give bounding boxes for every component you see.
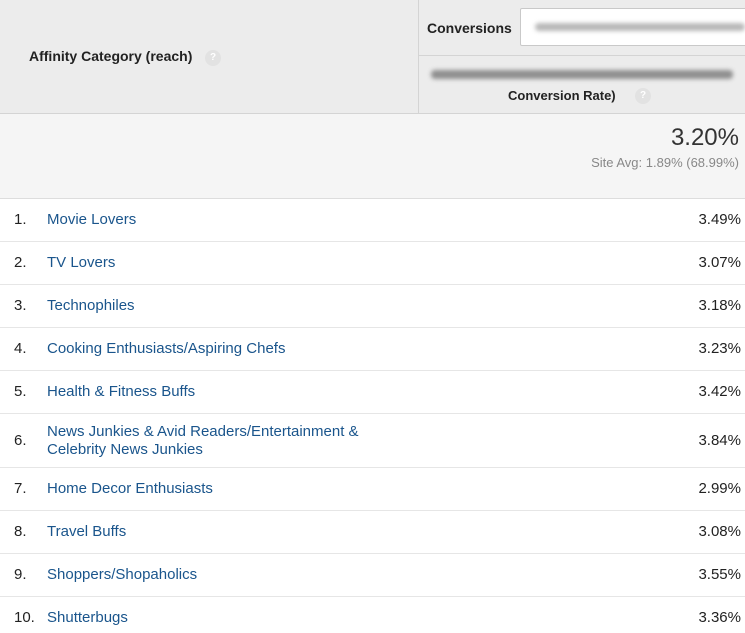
table-row: 7. Home Decor Enthusiasts 2.99% — [0, 468, 745, 511]
help-icon[interactable]: ? — [635, 88, 651, 104]
row-number: 9. — [14, 566, 27, 583]
category-link[interactable]: Technophiles — [47, 297, 407, 315]
conversion-rate-value: 3.36% — [698, 609, 741, 626]
redacted-metric-name — [431, 70, 733, 79]
table-row: 9. Shoppers/Shopaholics 3.55% — [0, 554, 745, 597]
row-number: 10. — [14, 609, 35, 626]
total-conversion-rate: 3.20% — [670, 124, 739, 151]
conversion-rate-value: 3.55% — [698, 566, 741, 583]
table-row: 8. Travel Buffs 3.08% — [0, 511, 745, 554]
dimension-header: Affinity Category (reach) ? — [0, 0, 418, 114]
conversion-rate-value: 3.18% — [698, 297, 741, 314]
table-row: 2. TV Lovers 3.07% — [0, 242, 745, 285]
redacted-goal-name — [535, 23, 745, 31]
site-average: Site Avg: 1.89% (68.99%) — [591, 155, 739, 170]
table-row: 5. Health & Fitness Buffs 3.42% — [0, 371, 745, 414]
category-link[interactable]: Shoppers/Shopaholics — [47, 566, 407, 584]
category-link[interactable]: Health & Fitness Buffs — [47, 383, 407, 401]
table-header: Affinity Category (reach) ? Conversions … — [0, 0, 745, 114]
row-number: 6. — [14, 432, 27, 449]
conversion-rate-value: 3.23% — [698, 340, 741, 357]
category-link[interactable]: Home Decor Enthusiasts — [47, 480, 407, 498]
row-number: 8. — [14, 523, 27, 540]
goal-select-dropdown[interactable] — [520, 8, 745, 46]
row-number: 3. — [14, 297, 27, 314]
conversion-rate-value: 3.49% — [698, 211, 741, 228]
category-link[interactable]: Movie Lovers — [47, 211, 407, 229]
conversion-rate-value: 3.84% — [698, 432, 741, 449]
table-row: 4. Cooking Enthusiasts/Aspiring Chefs 3.… — [0, 328, 745, 371]
conversion-rate-value: 3.42% — [698, 383, 741, 400]
conversion-rate-value: 2.99% — [698, 480, 741, 497]
row-number: 7. — [14, 480, 27, 497]
category-link[interactable]: News Junkies & Avid Readers/Entertainmen… — [47, 423, 407, 459]
conversion-rate-value: 3.08% — [698, 523, 741, 540]
row-number: 1. — [14, 211, 27, 228]
row-number: 4. — [14, 340, 27, 357]
conversions-selector-row: Conversions — [419, 0, 745, 56]
row-number: 2. — [14, 254, 27, 271]
help-icon[interactable]: ? — [205, 50, 221, 66]
row-number: 5. — [14, 383, 27, 400]
conversion-rate-header[interactable]: Conversion Rate) — [508, 88, 616, 103]
metric-header: Conversions Conversion Rate) ? — [418, 0, 745, 114]
table-row: 10. Shutterbugs 3.36% — [0, 597, 745, 633]
conversion-rate-value: 3.07% — [698, 254, 741, 271]
conversions-label: Conversions — [427, 20, 512, 36]
data-table: 1. Movie Lovers 3.49% 2. TV Lovers 3.07%… — [0, 199, 745, 633]
category-link[interactable]: Shutterbugs — [47, 609, 407, 627]
table-row: 1. Movie Lovers 3.49% — [0, 199, 745, 242]
table-row: 3. Technophiles 3.18% — [0, 285, 745, 328]
summary-row: 3.20% Site Avg: 1.89% (68.99%) — [0, 114, 745, 199]
table-row: 6. News Junkies & Avid Readers/Entertain… — [0, 414, 745, 468]
category-link[interactable]: Cooking Enthusiasts/Aspiring Chefs — [47, 340, 407, 358]
affinity-category-header[interactable]: Affinity Category (reach) — [29, 48, 192, 64]
category-link[interactable]: TV Lovers — [47, 254, 407, 272]
category-link[interactable]: Travel Buffs — [47, 523, 407, 541]
